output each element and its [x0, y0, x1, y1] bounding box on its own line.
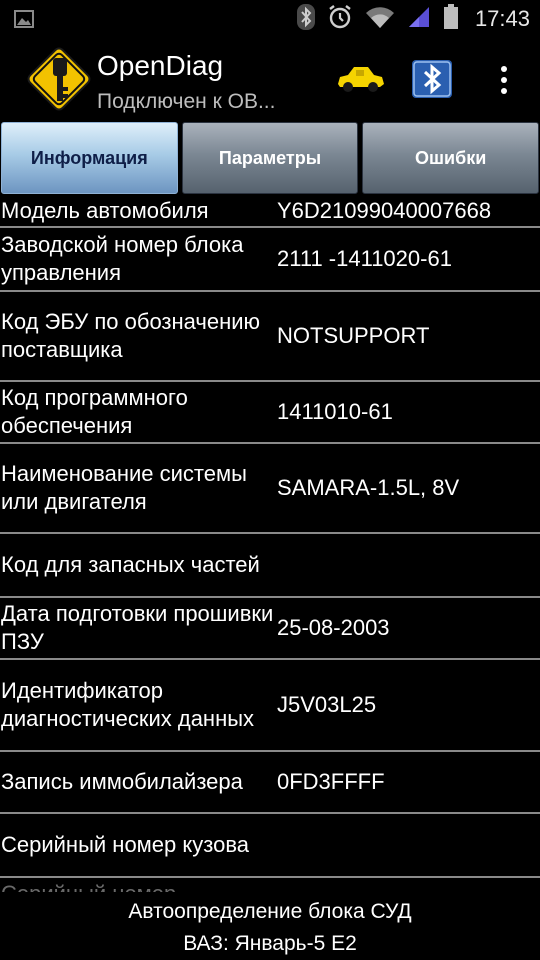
info-row: Код ЭБУ по обозначению поставщика NOTSUP…	[0, 292, 540, 382]
row-label: Модель автомобиля	[1, 198, 209, 223]
battery-icon	[443, 3, 459, 35]
row-value: NOTSUPPORT	[277, 323, 430, 348]
row-label: Дата подготовки прошивки ПЗУ	[1, 601, 274, 654]
row-value: SAMARA-1.5L, 8V	[277, 475, 460, 500]
info-row: Код для запасных частей	[0, 534, 540, 598]
tab-errors[interactable]: Ошибки	[362, 122, 540, 194]
row-value: 2111 -1411020-61	[277, 246, 452, 271]
status-time: 17:43	[474, 6, 530, 31]
image-icon	[14, 9, 34, 34]
bluetooth-icon	[296, 3, 315, 35]
info-row: Код программного обеспечения 1411010-61	[0, 382, 540, 444]
row-label: Заводской номер блока управления	[1, 232, 244, 285]
info-row: Модель автомобиля Y6D21099040007668	[0, 196, 540, 228]
info-row: Серийный номер кузова	[0, 814, 540, 878]
tab-bar: Информация Параметры Ошибки	[0, 120, 540, 196]
row-label: Серийный номер кузова	[1, 832, 250, 857]
row-label: Код для запасных частей	[1, 552, 260, 577]
tab-information[interactable]: Информация	[1, 122, 178, 194]
row-value: J5V03L25	[277, 692, 377, 717]
car-icon[interactable]	[334, 62, 386, 94]
overflow-menu-icon[interactable]	[494, 64, 514, 96]
action-bar: OpenDiag Подключен к ОВ...	[0, 38, 540, 120]
app-title: OpenDiag	[97, 50, 224, 81]
screen: 17:43 OpenDiag Подключен к ОВ... Информа…	[0, 0, 540, 960]
info-row: Наименование системы или двигателя SAMAR…	[0, 444, 540, 534]
row-value: 25-08-2003	[277, 615, 390, 640]
row-label: Идентификатор диагностических данных	[1, 678, 255, 731]
row-value: 0FD3FFFF	[277, 769, 385, 794]
bluetooth-connect-icon[interactable]	[412, 60, 452, 98]
row-value: Y6D21099040007668	[277, 198, 492, 223]
info-row: Дата подготовки прошивки ПЗУ 25-08-2003	[0, 598, 540, 660]
app-logo-icon	[22, 42, 96, 116]
row-label: Наименование системы или двигателя	[1, 461, 247, 514]
footer-status: Автоопределение блока СУД ВАЗ: Январь-5 …	[0, 892, 540, 960]
row-label: Код программного обеспечения	[1, 385, 188, 438]
alarm-icon	[327, 4, 353, 35]
wifi-icon	[365, 5, 395, 34]
ecu-model: ВАЗ: Январь-5 Е2	[183, 932, 357, 955]
connection-status: Подключен к ОВ...	[97, 90, 276, 113]
row-value: 1411010-61	[277, 399, 393, 424]
signal-icon	[407, 5, 431, 34]
status-bar: 17:43	[0, 0, 540, 38]
tab-parameters[interactable]: Параметры	[181, 122, 359, 194]
info-row: Запись иммобилайзера 0FD3FFFF	[0, 752, 540, 814]
info-row: Идентификатор диагностических данных J5V…	[0, 660, 540, 752]
row-label: Серийный номер	[0, 880, 276, 892]
info-list[interactable]: Модель автомобиля Y6D21099040007668 Заво…	[0, 196, 540, 892]
autodetect-status: Автоопределение блока СУД	[128, 900, 412, 923]
info-row: Серийный номер	[0, 878, 540, 892]
info-row: Заводской номер блока управления 2111 -1…	[0, 228, 540, 292]
row-label: Код ЭБУ по обозначению поставщика	[1, 309, 261, 362]
row-label: Запись иммобилайзера	[1, 769, 243, 794]
